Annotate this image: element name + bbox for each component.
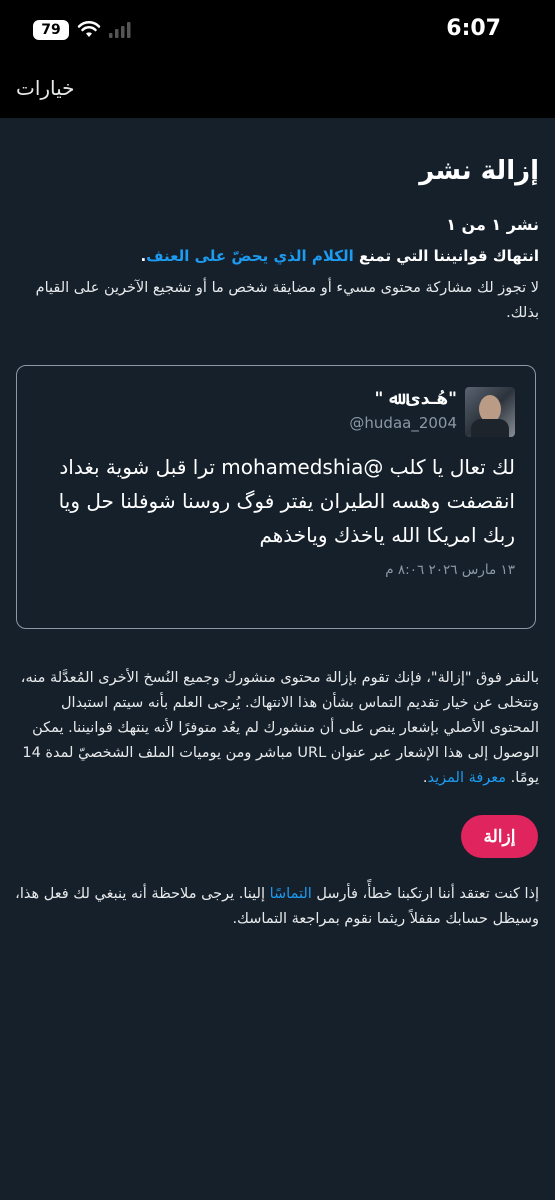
options-button[interactable]: خيارات bbox=[16, 76, 75, 100]
avatar-body bbox=[471, 419, 509, 437]
learn-more-link[interactable]: معرفة المزيد bbox=[428, 770, 507, 786]
appeal-link[interactable]: التماسًا bbox=[270, 886, 312, 902]
remove-button[interactable]: إزالة bbox=[461, 815, 538, 858]
removal-description: بالنقر فوق "إزالة"، فإنك تقوم بإزالة محت… bbox=[14, 666, 539, 791]
tweet-display-name: "هُـدى ﷲ " bbox=[374, 389, 457, 409]
wifi-icon bbox=[77, 21, 101, 39]
status-icons: 79 bbox=[33, 20, 131, 40]
violation-prefix: انتهاك قوانيننا التي تمنع bbox=[353, 247, 539, 265]
top-bar: خيارات bbox=[0, 60, 555, 118]
violation-heading: انتهاك قوانيننا التي تمنع الكلام الذي يح… bbox=[14, 247, 539, 265]
cellular-signal-icon bbox=[109, 22, 131, 38]
clock: 6:07 bbox=[446, 16, 501, 41]
appeal-prefix: إذا كنت تعتقد أننا ارتكبنا خطأً، فأرسل bbox=[311, 886, 539, 902]
tweet-card: "هُـدى ﷲ " @hudaa_2004 لك تعال يا كلب @m… bbox=[16, 365, 536, 629]
rule-description: لا تجوز لك مشاركة محتوى مسيء أو مضايقة ش… bbox=[35, 280, 539, 321]
tweet-date: ١٣ مارس ٢٠٢٦ ٨:٠٦ م bbox=[385, 562, 515, 578]
page-title: إزالة نشر bbox=[419, 156, 539, 186]
status-bar: 79 6:07 bbox=[0, 0, 555, 60]
tweet-text: لك تعال يا كلب @mohamedshia ترا قبل شوية… bbox=[58, 455, 515, 547]
battery-icon: 79 bbox=[33, 20, 69, 40]
violent-speech-link[interactable]: الكلام الذي يحضّ على العنف bbox=[146, 247, 354, 265]
removal-text: بالنقر فوق "إزالة"، فإنك تقوم بإزالة محت… bbox=[20, 670, 539, 786]
avatar bbox=[465, 387, 515, 437]
post-count: نشر ١ من ١ bbox=[446, 215, 539, 234]
tweet-handle: @hudaa_2004 bbox=[349, 414, 457, 432]
appeal-text: إذا كنت تعتقد أننا ارتكبنا خطأً، فأرسل ا… bbox=[14, 882, 539, 932]
battery-level: 79 bbox=[41, 22, 61, 38]
